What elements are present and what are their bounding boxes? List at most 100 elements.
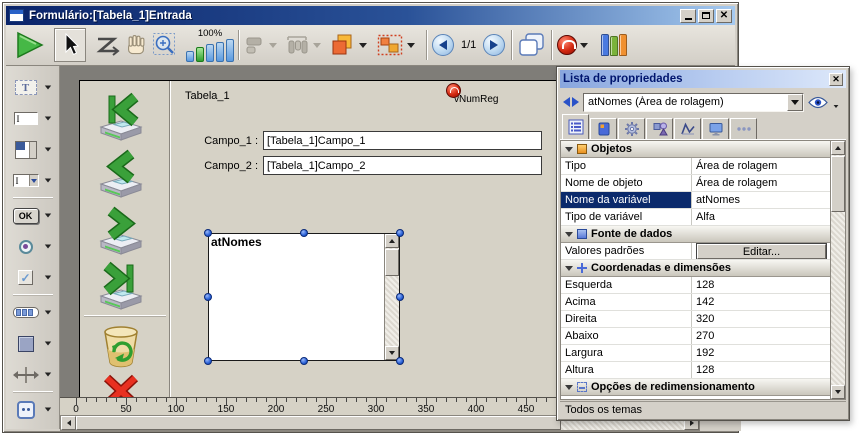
tool-input[interactable]: I [6,103,59,134]
property-value[interactable]: 128 [692,362,831,378]
group-dropdown-icon[interactable] [407,43,415,48]
scrollbar-thumb[interactable] [385,249,399,276]
property-row[interactable]: Abaixo270 [561,328,831,345]
zoom-bar-400-icon[interactable] [216,42,224,62]
field-label[interactable]: Campo_2 : [200,160,258,172]
tool-radio-button[interactable] [6,231,59,262]
property-section-header[interactable]: Opções de redimensionamento [561,379,831,396]
previous-record-button[interactable] [90,148,152,200]
scrollbar-thumb[interactable] [831,156,845,212]
show-hide-button[interactable] [808,96,843,109]
selection-handle[interactable] [300,357,308,365]
form-pages-button[interactable] [517,28,547,62]
zoom-bars[interactable] [186,39,234,62]
close-button[interactable]: ✕ [716,9,732,23]
property-value[interactable]: Área de rolagem [692,175,831,191]
property-row[interactable]: Nome da variávelatNomes [561,192,831,209]
move-tool-button[interactable] [124,28,148,62]
first-record-button[interactable] [90,91,152,143]
selection-handle[interactable] [396,357,404,365]
object-selector-dropdown[interactable]: atNomes (Área de rolagem) [583,93,804,112]
palette-scrollbar[interactable] [830,140,846,400]
property-value[interactable]: Alfa [692,209,831,225]
property-label[interactable]: Altura [561,362,692,378]
dropdown-arrow-icon[interactable] [44,373,50,377]
property-label[interactable]: Tipo [561,158,692,174]
selection-handle[interactable] [396,229,404,237]
selection-handle[interactable] [396,293,404,301]
tab-events[interactable] [674,118,701,139]
selection-handle[interactable] [300,229,308,237]
field-label[interactable]: Campo_1 : [200,135,258,147]
hscroll-thumb[interactable] [76,416,561,430]
property-row[interactable]: Valores padrões Editar... [561,243,831,260]
property-label[interactable]: Valores padrões [561,243,692,259]
object-navigator[interactable] [563,97,579,107]
tool-list-box[interactable] [6,134,59,165]
group-button[interactable] [376,28,404,62]
tool-text[interactable]: T [6,72,59,103]
property-label[interactable]: Abaixo [561,328,692,344]
next-page-button[interactable] [483,28,505,62]
field-input[interactable]: [Tabela_1]Campo_2 [263,156,542,175]
next-record-button[interactable] [90,205,152,257]
property-row[interactable]: Largura192 [561,345,831,362]
execute-form-button[interactable] [14,28,46,62]
property-value[interactable]: 270 [692,328,831,344]
zoom-bar-200-icon[interactable] [206,44,214,62]
previous-page-button[interactable] [432,28,454,62]
palette-titlebar[interactable]: Lista de propriedades ✕ [560,70,846,88]
dropdown-arrow-icon[interactable] [44,276,50,280]
property-value[interactable]: 128 [692,277,831,293]
collapse-triangle-icon[interactable] [565,266,573,271]
edit-default-values-button[interactable]: Editar... [697,244,826,259]
property-value[interactable]: Área de rolagem [692,158,831,174]
last-record-button[interactable] [90,260,152,312]
library-button[interactable] [601,34,627,56]
property-label[interactable]: Tipo de variável [561,209,692,225]
collapse-triangle-icon[interactable] [565,147,573,152]
property-row[interactable]: Acima142 [561,294,831,311]
object-method-button[interactable] [557,28,577,62]
scroll-down-button[interactable] [831,385,845,399]
property-row[interactable]: Direita320 [561,311,831,328]
dropdown-arrow-icon[interactable] [44,148,50,152]
next-object-icon[interactable] [572,97,579,107]
tab-gear[interactable] [618,118,645,139]
tool-button[interactable]: OK [6,200,59,231]
zoom-tool-button[interactable] [152,28,178,62]
property-value[interactable]: atNomes [692,192,831,208]
property-section-header[interactable]: Objetos [561,141,831,158]
property-section-header[interactable]: Fonte de dados [561,226,831,243]
property-value[interactable]: Editar... [692,243,831,259]
dropdown-arrow-icon[interactable] [44,245,50,249]
method-badge-icon[interactable] [446,83,461,98]
scroll-up-button[interactable] [831,141,845,155]
level-button[interactable] [330,28,356,62]
tool-combo-box[interactable]: I [6,165,59,196]
zoom-bar-100-icon[interactable] [196,47,204,62]
property-row[interactable]: Altura128 [561,362,831,379]
property-section-header[interactable]: Coordenadas e dimensões [561,260,831,277]
previous-object-icon[interactable] [563,97,570,107]
collapse-triangle-icon[interactable] [565,385,573,390]
property-label[interactable]: Esquerda [561,277,692,293]
selection-handle[interactable] [204,229,212,237]
property-value[interactable]: 142 [692,294,831,310]
zoom-level-control[interactable]: 100% [186,29,234,62]
collapse-triangle-icon[interactable] [565,232,573,237]
tool-plugin-area[interactable] [6,394,59,425]
tool-progress-indicator[interactable] [6,297,59,328]
dropdown-arrow-icon[interactable] [44,117,50,121]
tab-shapes[interactable] [646,118,673,139]
property-value[interactable]: 320 [692,311,831,327]
dropdown-arrow-icon[interactable] [44,179,50,183]
tab-list[interactable] [562,114,589,139]
dropdown-arrow-icon[interactable] [44,408,50,412]
dropdown-arrow-icon[interactable] [44,342,50,346]
select-tool-button[interactable] [54,28,86,62]
dropdown-arrow-icon[interactable] [44,86,50,90]
tab-more[interactable] [730,118,757,139]
field-input[interactable]: [Tabela_1]Campo_1 [263,131,542,150]
dropdown-arrow-icon[interactable] [44,311,50,315]
